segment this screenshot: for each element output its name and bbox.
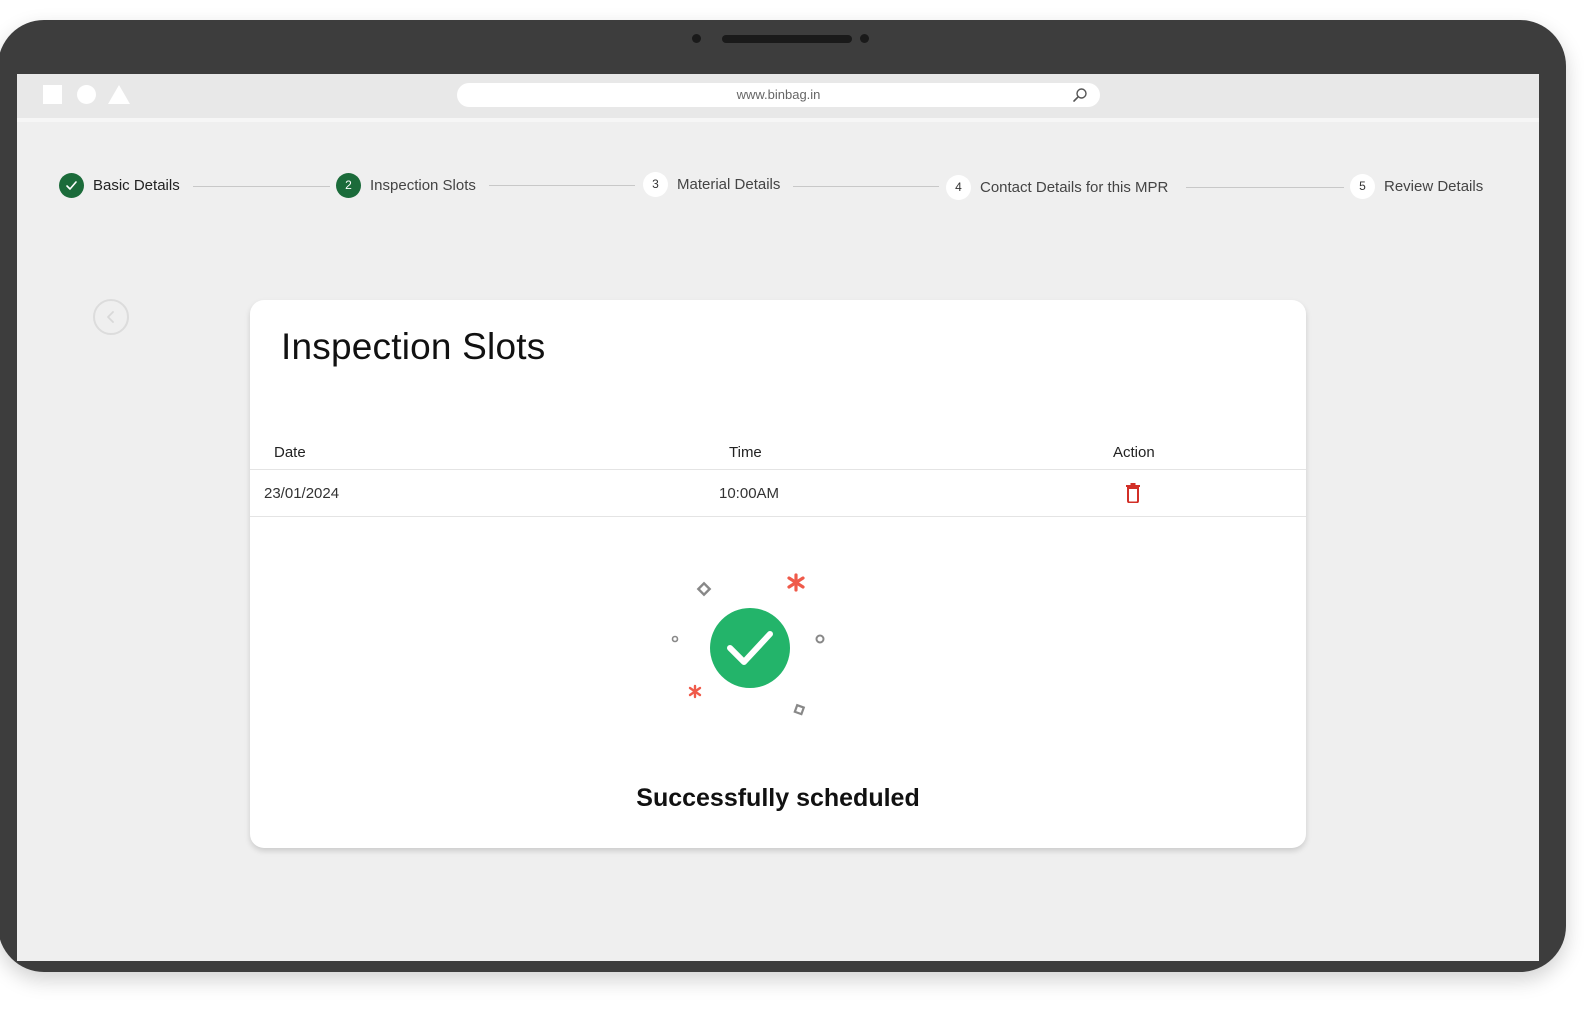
square-icon xyxy=(43,85,62,104)
back-button[interactable] xyxy=(93,299,129,335)
success-message: Successfully scheduled xyxy=(636,784,920,812)
step-label: Review Details xyxy=(1384,177,1484,195)
step-number: 4 xyxy=(946,174,971,200)
step-label: Inspection Slots xyxy=(370,176,476,194)
check-icon xyxy=(59,172,84,198)
chevron-left-icon xyxy=(107,311,114,323)
trash-icon[interactable] xyxy=(1125,483,1141,503)
step-connector xyxy=(489,185,635,186)
progress-stepper: Basic Details 2 Inspection Slots 3 Mater… xyxy=(59,170,1499,210)
table-header: Date Time Action xyxy=(250,438,1306,470)
step-review-details[interactable]: 5 Review Details xyxy=(1350,171,1483,201)
browser-chrome: www.binbag.in xyxy=(17,74,1539,122)
page-title: Inspection Slots xyxy=(281,326,546,367)
step-label: Contact Details for this MPR xyxy=(980,178,1169,196)
address-bar[interactable]: www.binbag.in xyxy=(457,83,1100,107)
step-number: 3 xyxy=(643,171,668,197)
triangle-icon xyxy=(108,85,130,104)
step-inspection-slots[interactable]: 2 Inspection Slots xyxy=(336,170,476,200)
camera-dot xyxy=(860,34,869,43)
step-contact-details[interactable]: 4 Contact Details for this MPR xyxy=(946,172,1168,202)
step-connector xyxy=(1186,187,1344,188)
column-header-time: Time xyxy=(729,444,762,461)
speaker-grill xyxy=(722,35,852,43)
step-number: 5 xyxy=(1350,173,1375,199)
device-frame: www.binbag.in Basic Details 2 Inspection… xyxy=(0,20,1566,972)
column-header-date: Date xyxy=(274,444,306,461)
slot-date: 23/01/2024 xyxy=(264,485,340,502)
success-circle xyxy=(710,608,790,688)
step-connector xyxy=(193,186,330,187)
column-header-action: Action xyxy=(1113,444,1155,461)
url-text: www.binbag.in xyxy=(736,87,821,102)
search-icon[interactable] xyxy=(1072,87,1088,103)
step-number: 2 xyxy=(336,172,361,198)
circle-icon xyxy=(77,85,96,104)
step-label: Material Details xyxy=(677,175,781,193)
step-label: Basic Details xyxy=(93,176,180,194)
step-material-details[interactable]: 3 Material Details xyxy=(643,169,780,199)
slot-time: 10:00AM xyxy=(719,485,780,502)
table-row: 23/01/2024 10:00AM xyxy=(250,471,1306,517)
camera-bar xyxy=(0,34,1566,43)
screen: www.binbag.in Basic Details 2 Inspection… xyxy=(17,74,1539,961)
step-basic-details[interactable]: Basic Details xyxy=(59,170,180,200)
success-check-illustration xyxy=(671,573,825,716)
inspection-slots-card: Inspection Slots Date Time Action 23/01/… xyxy=(250,300,1306,848)
camera-dot xyxy=(692,34,701,43)
step-connector xyxy=(793,186,939,187)
